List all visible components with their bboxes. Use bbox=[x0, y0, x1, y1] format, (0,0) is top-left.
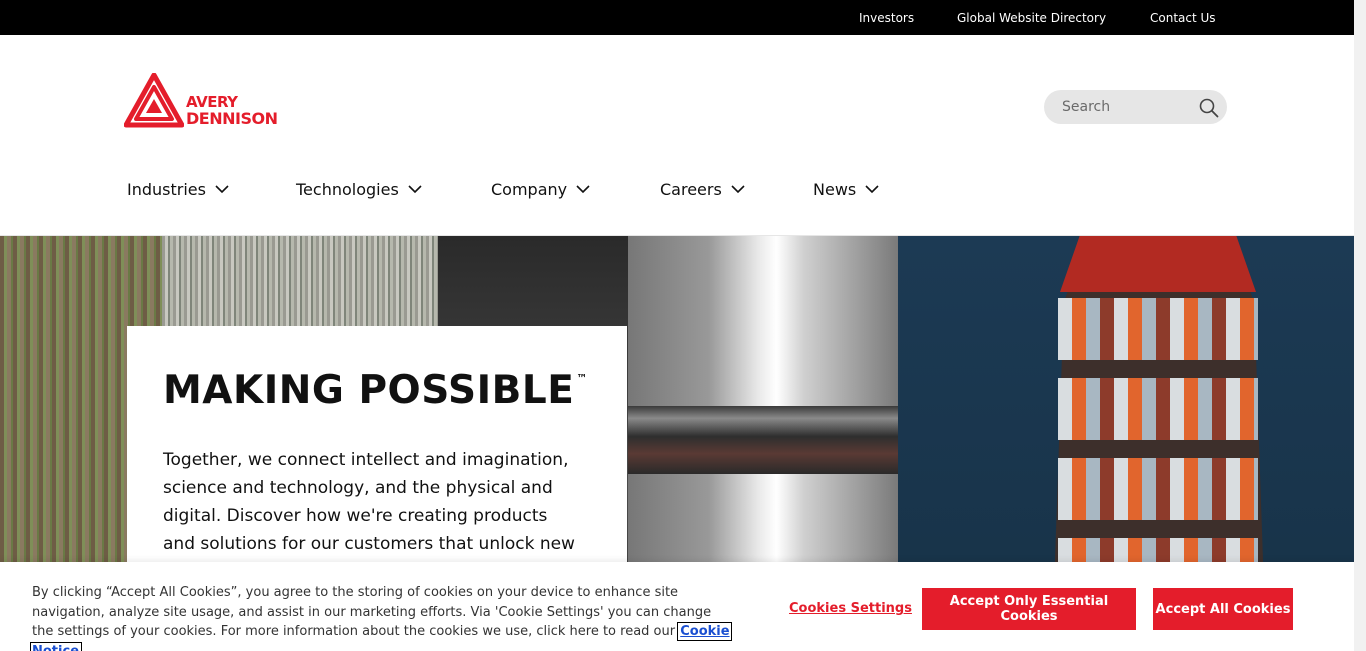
hero-ship-bow bbox=[1060, 236, 1256, 292]
search-input[interactable] bbox=[1044, 90, 1194, 124]
global-website-directory-link[interactable]: Global Website Directory bbox=[957, 11, 1106, 25]
chevron-down-icon bbox=[731, 185, 745, 194]
search-box bbox=[1044, 90, 1227, 124]
nav-news[interactable]: News bbox=[813, 177, 879, 201]
nav-careers[interactable]: Careers bbox=[660, 177, 745, 201]
hero-ship-containers bbox=[1058, 458, 1258, 520]
cookie-banner: By clicking “Accept All Cookies”, you ag… bbox=[0, 562, 1354, 651]
hero-image-pipe bbox=[628, 406, 898, 474]
avery-dennison-triangle-logo-icon bbox=[123, 72, 185, 128]
nav-industries-label: Industries bbox=[127, 179, 206, 199]
hero-ship-containers bbox=[1058, 378, 1258, 440]
chevron-down-icon bbox=[408, 185, 422, 194]
investors-link[interactable]: Investors bbox=[859, 11, 914, 25]
trademark-symbol: ™ bbox=[576, 372, 588, 385]
cookie-banner-message: By clicking “Accept All Cookies”, you ag… bbox=[32, 585, 712, 639]
avery-dennison-logo[interactable]: AVERY DENNISON bbox=[123, 72, 294, 129]
chevron-down-icon bbox=[576, 185, 590, 194]
page-scrollbar[interactable] bbox=[1354, 0, 1366, 651]
nav-technologies[interactable]: Technologies bbox=[296, 177, 422, 201]
nav-company[interactable]: Company bbox=[491, 177, 590, 201]
nav-technologies-label: Technologies bbox=[296, 179, 399, 199]
accept-essential-cookies-button[interactable]: Accept Only Essential Cookies bbox=[922, 588, 1136, 630]
accept-all-cookies-button[interactable]: Accept All Cookies bbox=[1153, 588, 1293, 630]
search-icon[interactable] bbox=[1198, 97, 1220, 119]
hero-ship-containers bbox=[1058, 298, 1258, 360]
nav-industries[interactable]: Industries bbox=[127, 177, 229, 201]
utility-bar: Investors Global Website Directory Conta… bbox=[0, 0, 1354, 35]
contact-us-link[interactable]: Contact Us bbox=[1150, 11, 1216, 25]
cookies-settings-link[interactable]: Cookies Settings bbox=[789, 601, 912, 616]
hero-title: MAKING POSSIBLE ™ bbox=[163, 368, 588, 413]
nav-careers-label: Careers bbox=[660, 179, 722, 199]
hero-title-text: MAKING POSSIBLE bbox=[163, 368, 575, 413]
site-header: AVERY DENNISON Industries Technologies C… bbox=[0, 35, 1354, 236]
nav-company-label: Company bbox=[491, 179, 568, 199]
nav-news-label: News bbox=[813, 179, 857, 199]
chevron-down-icon bbox=[215, 185, 229, 194]
logo-text-dennison: DENNISON bbox=[186, 109, 278, 128]
cookie-banner-text: By clicking “Accept All Cookies”, you ag… bbox=[30, 583, 732, 651]
chevron-down-icon bbox=[865, 185, 879, 194]
